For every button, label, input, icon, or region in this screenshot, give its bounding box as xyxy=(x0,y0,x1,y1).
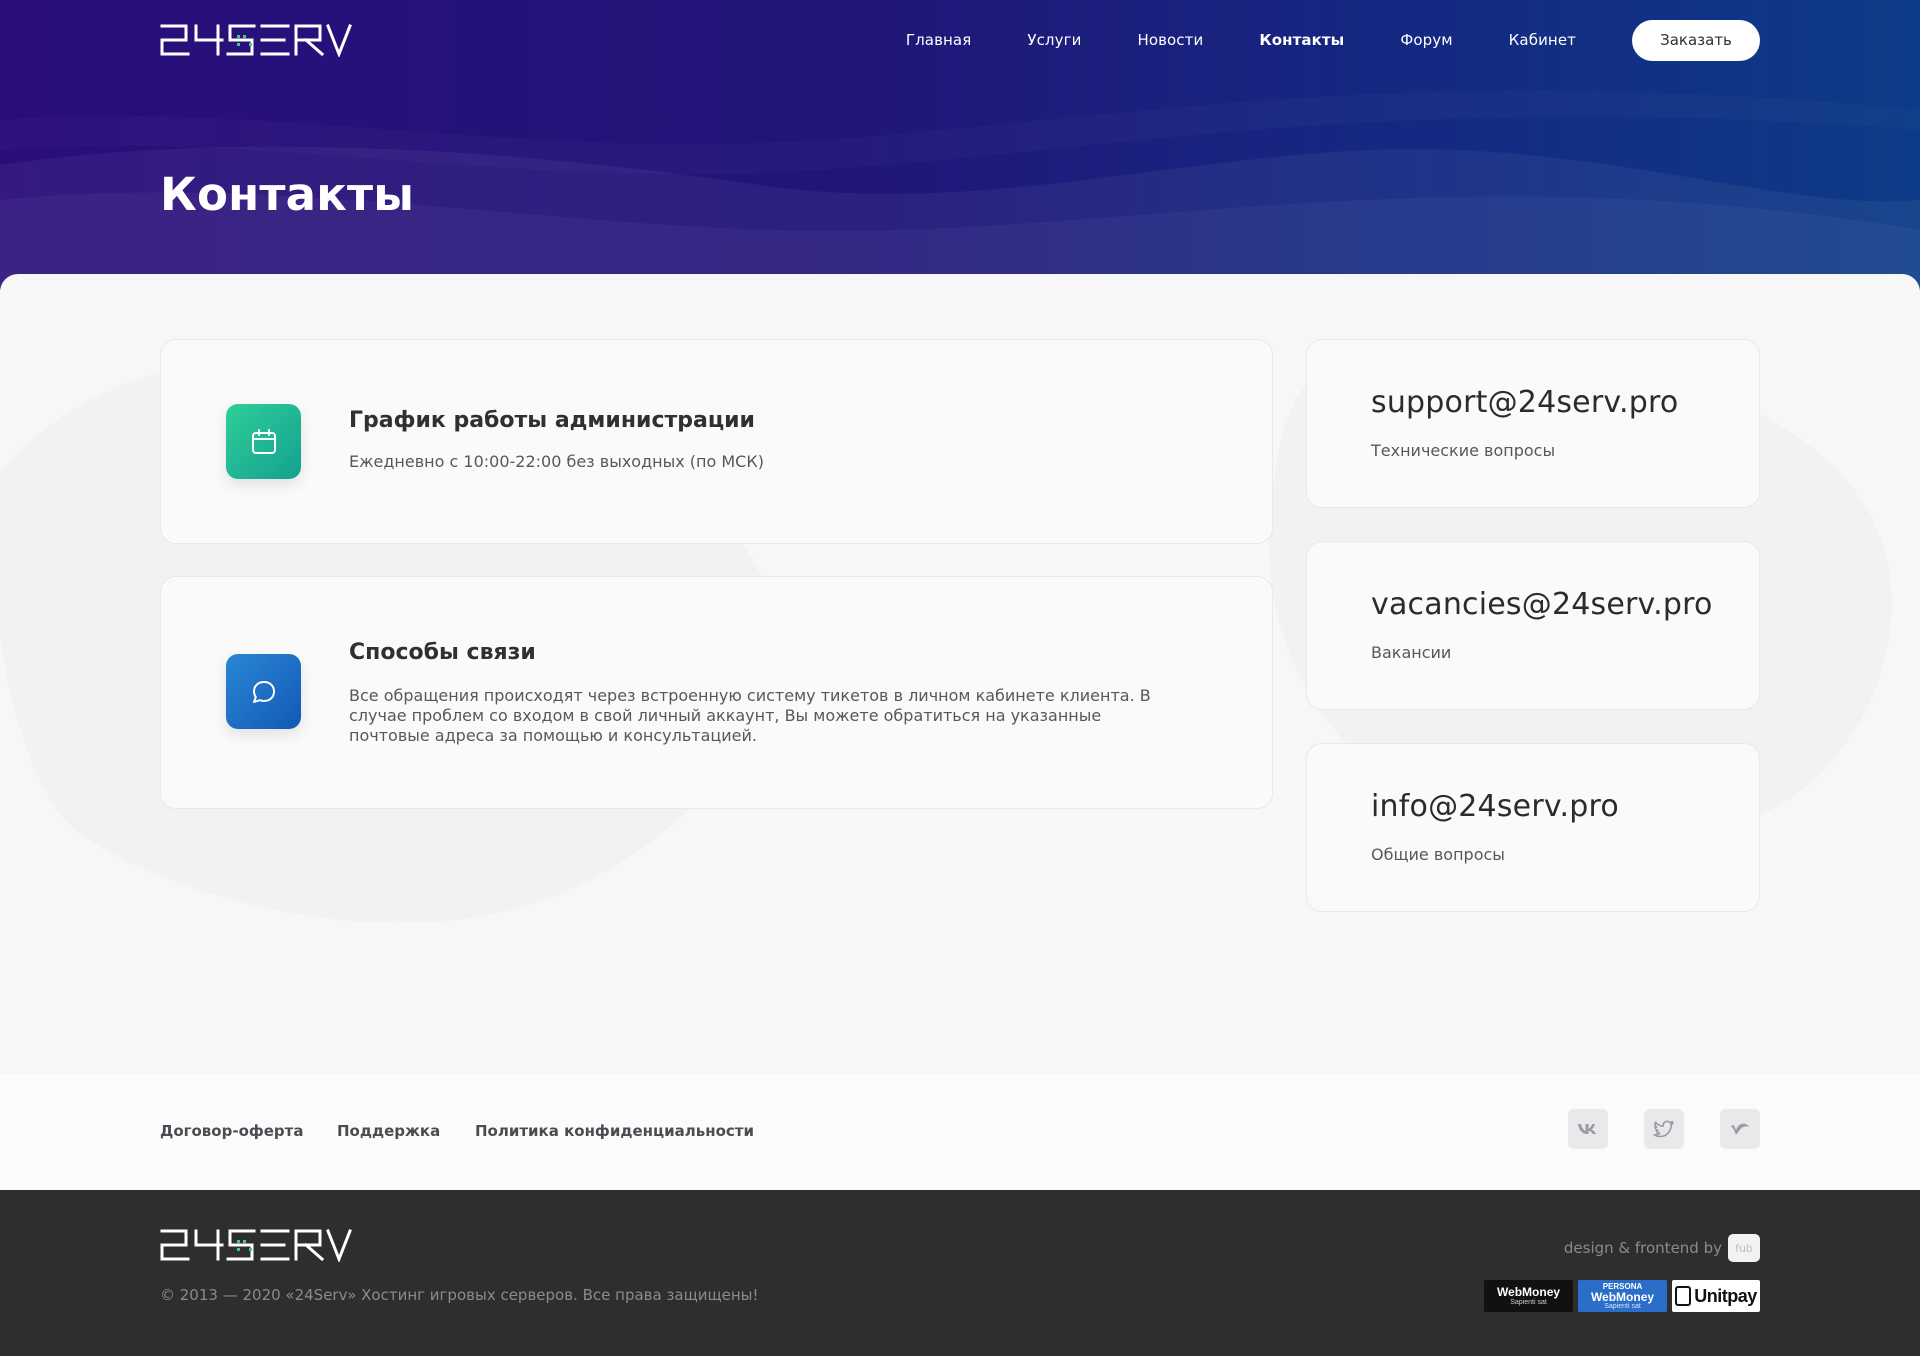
design-credit: design & frontend by fub xyxy=(1564,1234,1760,1262)
nav-news[interactable]: Новости xyxy=(1137,31,1203,49)
top-nav: Главная Услуги Новости Контакты Форум Ка… xyxy=(160,18,1760,62)
main-menu: Главная Услуги Новости Контакты Форум Ка… xyxy=(850,19,1760,61)
webmoney-badge-name: WebMoney xyxy=(1496,1284,1561,1299)
chat-bubble-icon xyxy=(226,654,301,729)
email-info[interactable]: info@24serv.pro xyxy=(1371,789,1619,824)
webmoney-badge[interactable]: WebMoney Sapienti sat xyxy=(1484,1280,1573,1312)
footer-logo[interactable] xyxy=(160,1228,352,1262)
contact-methods-title: Способы связи xyxy=(349,640,536,665)
nav-contacts[interactable]: Контакты xyxy=(1259,31,1344,49)
unitpay-badge-name: Unitpay xyxy=(1694,1285,1757,1306)
unitpay-icon xyxy=(1675,1286,1692,1306)
nav-services[interactable]: Услуги xyxy=(1027,31,1081,49)
calendar-icon xyxy=(226,404,301,479)
site-logo[interactable] xyxy=(160,23,352,57)
email-support[interactable]: support@24serv.pro xyxy=(1371,385,1678,420)
email-vacancies[interactable]: vacancies@24serv.pro xyxy=(1371,587,1713,622)
webmoney-persona-badge[interactable]: PERSONA WebMoney Sapienti sat xyxy=(1578,1280,1667,1312)
vk-icon[interactable] xyxy=(1568,1109,1608,1149)
email-card-support: support@24serv.pro Технические вопросы xyxy=(1306,339,1760,508)
payment-badges: WebMoney Sapienti sat PERSONA WebMoney S… xyxy=(1484,1280,1760,1312)
unitpay-badge[interactable]: Unitpay xyxy=(1672,1280,1760,1312)
fub-logo[interactable]: fub xyxy=(1728,1234,1760,1262)
design-credit-text: design & frontend by xyxy=(1563,1239,1722,1257)
email-support-desc: Технические вопросы xyxy=(1371,441,1556,460)
contact-methods-card: Способы связи Все обращения происходят ч… xyxy=(160,576,1273,809)
email-vacancies-desc: Вакансии xyxy=(1371,643,1452,662)
nav-home[interactable]: Главная xyxy=(906,31,972,49)
nav-forum[interactable]: Форум xyxy=(1400,31,1452,49)
webmoney-persona-name: WebMoney xyxy=(1590,1289,1655,1304)
footer-link-support[interactable]: Поддержка xyxy=(337,1122,440,1140)
schedule-text: Ежедневно с 10:00-22:00 без выходных (по… xyxy=(349,452,764,471)
main-content: График работы администрации Ежедневно с … xyxy=(0,274,1920,1074)
email-info-desc: Общие вопросы xyxy=(1371,845,1505,864)
contact-methods-text: Все обращения происходят через встроенну… xyxy=(349,686,1151,745)
order-button[interactable]: Заказать xyxy=(1632,19,1760,61)
vimeo-icon[interactable] xyxy=(1720,1109,1760,1149)
copyright-text: © 2013 — 2020 «24Serv» Хостинг игровых с… xyxy=(160,1286,759,1304)
footer-bottom: © 2013 — 2020 «24Serv» Хостинг игровых с… xyxy=(0,1190,1920,1356)
email-card-info: info@24serv.pro Общие вопросы xyxy=(1306,743,1760,912)
footer-link-privacy[interactable]: Политика конфиденциальности xyxy=(475,1122,754,1140)
twitter-icon[interactable] xyxy=(1644,1109,1684,1149)
footer-link-offer[interactable]: Договор-оферта xyxy=(160,1122,303,1140)
hero-header: Главная Услуги Новости Контакты Форум Ка… xyxy=(0,0,1920,290)
nav-cabinet[interactable]: Кабинет xyxy=(1509,31,1576,49)
schedule-card: График работы администрации Ежедневно с … xyxy=(160,339,1273,544)
footer-links-bar: Договор-оферта Поддержка Политика конфид… xyxy=(0,1074,1920,1190)
schedule-title: График работы администрации xyxy=(349,408,755,433)
page-title: Контакты xyxy=(160,168,415,221)
email-card-vacancies: vacancies@24serv.pro Вакансии xyxy=(1306,541,1760,710)
webmoney-persona-sub: Sapienti sat xyxy=(1604,1302,1641,1310)
webmoney-badge-sub: Sapienti sat xyxy=(1510,1298,1547,1306)
